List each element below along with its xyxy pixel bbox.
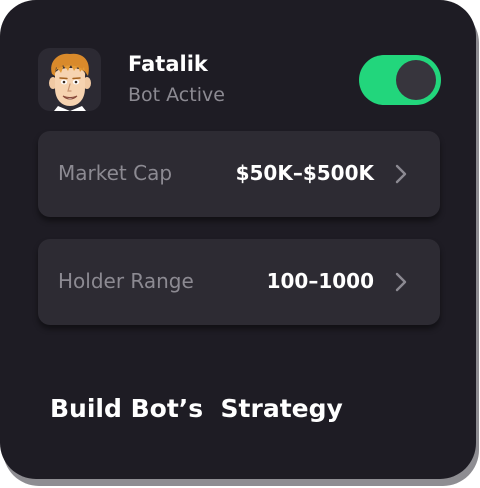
section-title: Build Bot’s Strategy [50,394,343,423]
avatar [38,48,101,111]
holder-range-row[interactable]: Holder Range 100–1000 [38,239,440,325]
avatar-image [49,53,91,111]
market-cap-row[interactable]: Market Cap $50K–$500K [38,131,440,217]
bot-status: Bot Active [128,84,225,106]
chevron-right-icon [395,272,407,292]
market-cap-label: Market Cap [58,161,173,185]
holder-range-value: 100–1000 [266,269,374,293]
chevron-right-icon [395,164,407,184]
holder-range-label: Holder Range [58,269,194,293]
bot-card: Fatalik Bot Active Market Cap $50K–$500K… [0,0,476,479]
user-name: Fatalik [128,52,208,76]
toggle-knob [396,60,436,100]
market-cap-value: $50K–$500K [235,161,374,185]
bot-active-toggle[interactable] [359,55,441,105]
